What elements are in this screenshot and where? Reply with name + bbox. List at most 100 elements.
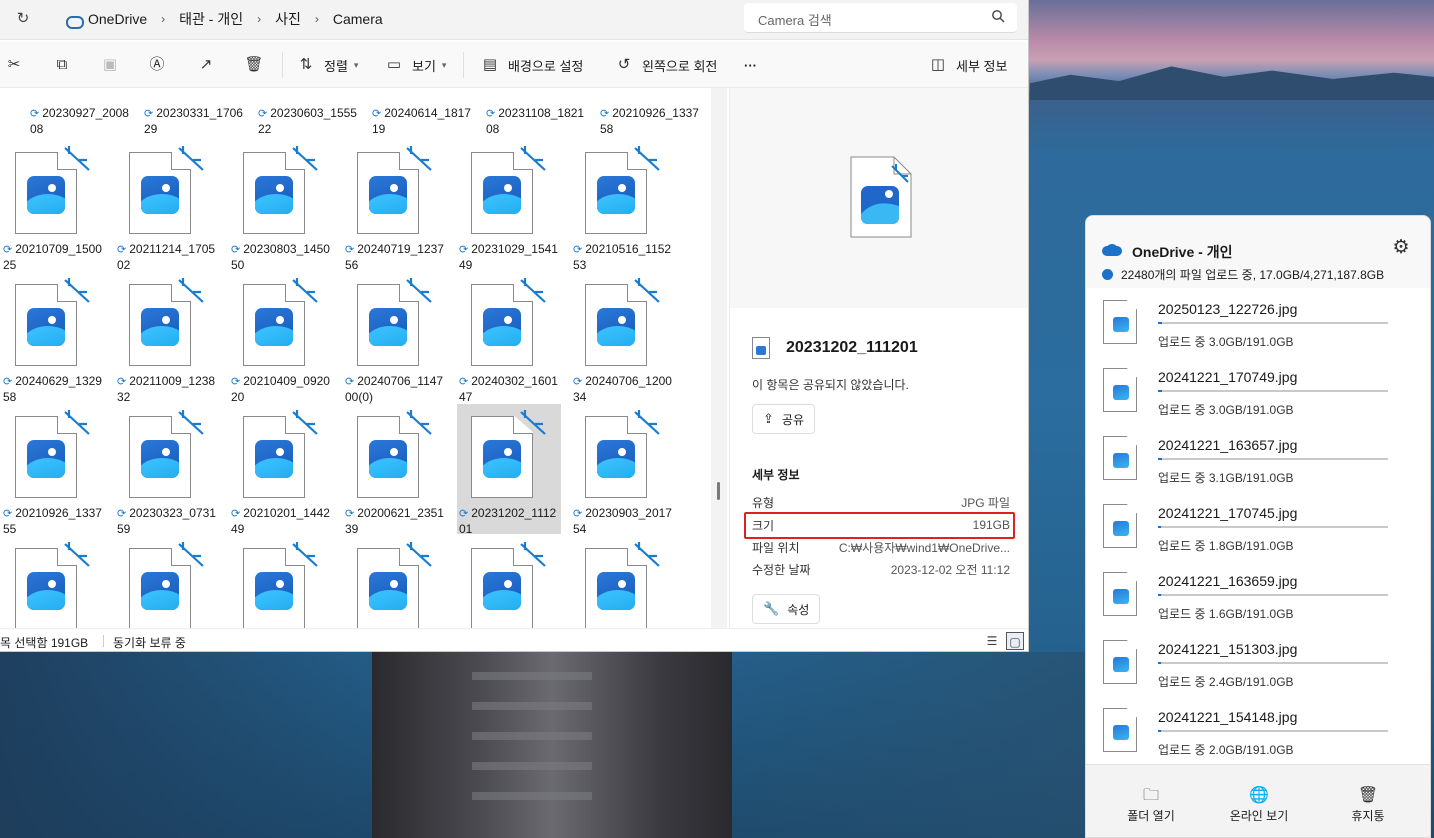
folder-icon: 🗀: [1142, 787, 1159, 804]
vertical-scrollbar[interactable]: [711, 88, 727, 628]
share-button[interactable]: ↗: [196, 50, 216, 80]
upload-item[interactable]: 20241221_170749.jpg 업로드 중 3.0GB/191.0GB: [1086, 356, 1430, 424]
file-tile[interactable]: ⟳ 20240706_114700(0): [343, 272, 447, 405]
scrollbar-thumb[interactable]: [717, 482, 720, 500]
large-icons-view-icon[interactable]: ▢: [1006, 632, 1024, 650]
properties-button[interactable]: 🔧 속성: [752, 594, 821, 624]
file-name: 20231202_111201: [786, 339, 918, 356]
file-tile[interactable]: [571, 536, 675, 628]
set-background-button[interactable]: ▤ 배경으로 설정: [480, 50, 583, 80]
search-icon[interactable]: [991, 9, 1005, 23]
more-options-button[interactable]: ···: [744, 50, 757, 80]
file-tile[interactable]: ⟳ 20210409_092020: [229, 272, 333, 405]
upload-progress-bar: [1158, 662, 1388, 664]
file-tile[interactable]: ⟳ 20240719_123756: [343, 140, 447, 273]
file-tile[interactable]: ⟳ 20231202_111201: [457, 404, 561, 536]
paste-button[interactable]: ▣: [100, 50, 120, 80]
breadcrumb-camera[interactable]: Camera: [333, 11, 383, 27]
upload-item[interactable]: 20250123_122726.jpg 업로드 중 3.0GB/191.0GB: [1086, 288, 1430, 356]
rename-button[interactable]: Ⓐ: [147, 50, 167, 80]
breadcrumb-photos[interactable]: 사진: [275, 9, 301, 29]
upload-item[interactable]: 20241221_163659.jpg 업로드 중 1.6GB/191.0GB: [1086, 560, 1430, 628]
cut-button[interactable]: ✂: [4, 50, 24, 80]
file-tile[interactable]: ⟳ 20240706_120034: [571, 272, 675, 404]
upload-item[interactable]: 20241221_154148.jpg 업로드 중 2.0GB/191.0GB: [1086, 696, 1430, 764]
file-label[interactable]: ⟳ 20230331_170629: [144, 106, 244, 137]
rotate-left-button[interactable]: ↺ 왼쪽으로 회전: [614, 50, 718, 80]
file-name: 20210409_092020: [231, 374, 330, 404]
sync-arrow-icon: [520, 542, 546, 567]
file-tile[interactable]: [115, 536, 219, 628]
details-section-title: 세부 정보: [752, 468, 800, 482]
file-tile[interactable]: ⟳ 20231029_154149: [457, 140, 561, 273]
file-tile[interactable]: ⟳ 20210516_115253: [571, 140, 675, 273]
refresh-icon[interactable]: ↻: [12, 8, 34, 30]
gear-icon[interactable]: ⚙: [1390, 237, 1412, 259]
sync-pending-icon: ⟳: [345, 508, 355, 520]
file-label: ⟳ 20231029_154149: [459, 242, 559, 273]
file-tile[interactable]: ⟳ 20230903_201754: [571, 404, 675, 536]
recycle-bin-label: 휴지통: [1351, 809, 1385, 823]
image-file-icon: [1103, 640, 1137, 684]
chevron-down-icon: ▾: [353, 59, 359, 70]
breadcrumb-onedrive[interactable]: OneDrive: [88, 11, 147, 27]
breadcrumb[interactable]: OneDrive › 태관 - 개인 › 사진 › Camera: [54, 4, 732, 34]
copy-icon: ⧉: [56, 56, 68, 73]
details-view-icon[interactable]: ☰: [983, 632, 1001, 650]
copy-button[interactable]: ⧉: [52, 50, 72, 80]
sync-pending-icon: ⟳: [30, 108, 40, 120]
file-name: 20231029_154149: [459, 242, 558, 272]
file-label: ⟳ 20210516_115253: [573, 242, 673, 273]
file-explorer-window: ↻ OneDrive › 태관 - 개인 › 사진 › Camera Camer…: [0, 0, 1029, 652]
view-button[interactable]: ▭ 보기 ▾: [384, 50, 447, 80]
file-tile[interactable]: ⟳ 20240629_132958: [1, 272, 105, 404]
share-button[interactable]: ⇪ 공유: [752, 404, 815, 434]
file-tile[interactable]: ⟳ 20211214_170502: [115, 140, 219, 272]
file-label[interactable]: ⟳ 20231108_182108: [486, 106, 586, 137]
sync-arrow-icon: [292, 146, 318, 171]
file-tile[interactable]: [457, 536, 561, 628]
file-label: ⟳ 20240719_123756: [345, 242, 445, 273]
recycle-bin-button[interactable]: 🗑 휴지통: [1313, 785, 1423, 824]
photo-thumbnail-icon: [369, 440, 407, 478]
view-online-button[interactable]: 🌐 온라인 보기: [1204, 785, 1314, 824]
file-label[interactable]: ⟳ 20240614_181719: [372, 106, 472, 137]
file-label: ⟳ 20240706_114700(0): [345, 374, 445, 405]
open-folder-button[interactable]: 🗀 폴더 열기: [1096, 785, 1206, 824]
upload-progress-bar: [1158, 390, 1388, 392]
file-name: 20211214_170502: [117, 242, 216, 272]
upload-progress-bar: [1158, 594, 1388, 596]
file-tile[interactable]: ⟳ 20211009_123832: [115, 272, 219, 404]
file-label[interactable]: ⟳ 20230927_200808: [30, 106, 130, 137]
file-tile[interactable]: ⟳ 20230803_145050: [229, 140, 333, 272]
file-tile[interactable]: [343, 536, 447, 628]
upload-item[interactable]: 20241221_151303.jpg 업로드 중 2.4GB/191.0GB: [1086, 628, 1430, 696]
file-tile[interactable]: ⟳ 20210201_144249: [229, 404, 333, 536]
sort-button[interactable]: ⇅ 정렬 ▾: [296, 50, 359, 80]
file-label[interactable]: ⟳ 20230603_155522: [258, 106, 358, 137]
file-tile[interactable]: ⟳ 20210709_150025: [1, 140, 105, 272]
search-input[interactable]: Camera 검색: [744, 3, 1017, 33]
sync-arrow-icon: [178, 542, 204, 567]
breadcrumb-personal[interactable]: 태관 - 개인: [179, 9, 243, 29]
file-tile[interactable]: ⟳ 20230323_073159: [115, 404, 219, 536]
file-name: 20240706_120034: [573, 374, 672, 404]
file-label: ⟳ 20210926_133755: [3, 506, 103, 537]
file-tile[interactable]: ⟳ 20200621_235139: [343, 404, 447, 537]
file-tile[interactable]: ⟳ 20210926_133755: [1, 404, 105, 537]
photo-thumbnail-icon: [255, 308, 293, 346]
file-tile[interactable]: [1, 536, 105, 628]
file-tile[interactable]: [229, 536, 333, 628]
photo-thumbnail-icon: [483, 572, 521, 610]
upload-file-name: 20241221_154148.jpg: [1158, 709, 1298, 725]
upload-item[interactable]: 20241221_163657.jpg 업로드 중 3.1GB/191.0GB: [1086, 424, 1430, 492]
delete-button[interactable]: 🗑: [244, 50, 264, 80]
file-tile[interactable]: ⟳ 20240302_160147: [457, 272, 561, 404]
file-name: 20240629_132958: [3, 374, 102, 404]
file-label: ⟳ 20210409_092020: [231, 374, 331, 405]
detail-value[interactable]: C:₩사용자₩wind1₩OneDrive...: [839, 539, 1010, 556]
file-label: ⟳ 20200621_235139: [345, 506, 445, 537]
details-pane-button[interactable]: ◫ 세부 정보: [928, 50, 1008, 80]
upload-item[interactable]: 20241221_170745.jpg 업로드 중 1.8GB/191.0GB: [1086, 492, 1430, 560]
file-label[interactable]: ⟳ 20210926_133758: [600, 106, 700, 137]
